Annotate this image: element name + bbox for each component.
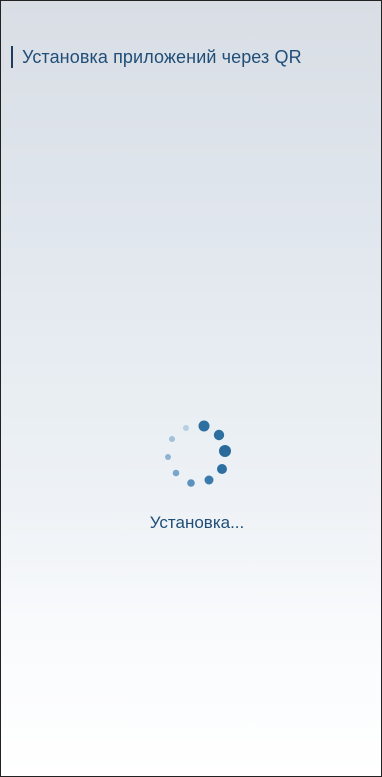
spinner-dot [165, 454, 171, 460]
spinner-dot [172, 469, 180, 477]
page-title: Установка приложений через QR [22, 46, 302, 67]
spinner-dot [204, 475, 214, 485]
status-text: Установка... [149, 513, 245, 532]
spinner-dot [169, 436, 175, 442]
spinner-dot [187, 479, 195, 487]
spinner-dot [219, 445, 231, 457]
app-screen: Установка приложений через QR Установка.… [0, 0, 382, 777]
spinner-dot [198, 420, 210, 432]
spinner-dot [217, 464, 227, 474]
title-marker [11, 46, 13, 68]
spinner-dot [183, 425, 189, 431]
loading-spinner-icon [165, 420, 231, 487]
spinner-dot [213, 429, 225, 441]
header: Установка приложений через QR [11, 46, 302, 68]
